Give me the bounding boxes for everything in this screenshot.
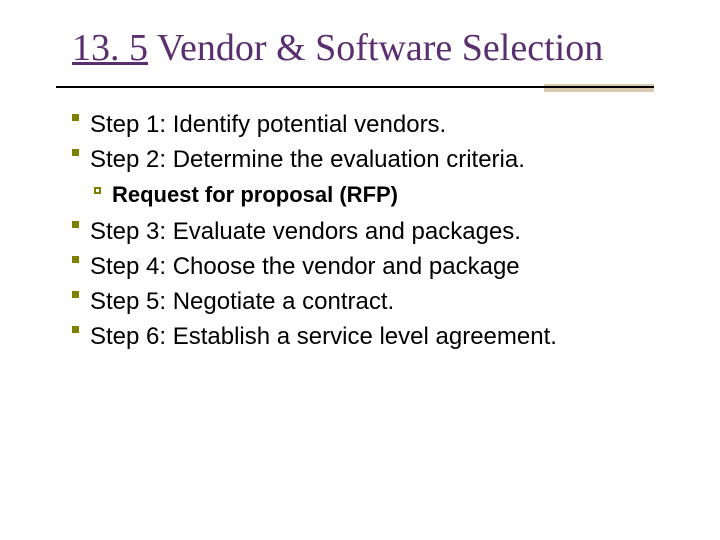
step-line: Step 4: Choose the vendor and package	[72, 250, 632, 283]
step-text: Step 6: Establish a service level agreem…	[90, 323, 557, 350]
title-rule-main	[56, 86, 654, 88]
bullet-icon	[72, 114, 79, 121]
step-text: Step 3: Evaluate vendors and packages.	[90, 218, 521, 245]
step-text: Step 5: Negotiate a contract.	[90, 288, 394, 315]
step-text: Step 2: Determine the evaluation criteri…	[90, 146, 525, 173]
title-lead: 13. 5	[72, 27, 148, 69]
step-line: Step 1: Identify potential vendors.	[72, 108, 632, 141]
sub-text: Request for proposal (RFP)	[112, 182, 398, 207]
bullet-icon	[72, 256, 79, 263]
step-line: Step 3: Evaluate vendors and packages.	[72, 215, 632, 248]
step-line: Step 5: Negotiate a contract.	[72, 285, 632, 318]
title-rest: Vendor & Software Selection	[148, 27, 603, 69]
bullet-icon	[72, 149, 79, 156]
step-text: Step 4: Choose the vendor and package	[90, 253, 520, 280]
step-text: Step 1: Identify potential vendors.	[90, 111, 446, 138]
sub-bullet-icon	[94, 187, 101, 194]
bullet-icon	[72, 291, 79, 298]
bullet-icon	[72, 221, 79, 228]
slide-title: 13. 5 Vendor & Software Selection	[72, 28, 720, 70]
body: Step 1: Identify potential vendors. Step…	[72, 108, 632, 353]
bullet-icon	[72, 326, 79, 333]
slide: 13. 5 Vendor & Software Selection Step 1…	[0, 28, 720, 540]
step-line: Step 2: Determine the evaluation criteri…	[72, 143, 632, 176]
step-line: Step 6: Establish a service level agreem…	[72, 320, 632, 353]
title-rule	[56, 80, 654, 98]
sub-line: Request for proposal (RFP)	[72, 180, 632, 211]
